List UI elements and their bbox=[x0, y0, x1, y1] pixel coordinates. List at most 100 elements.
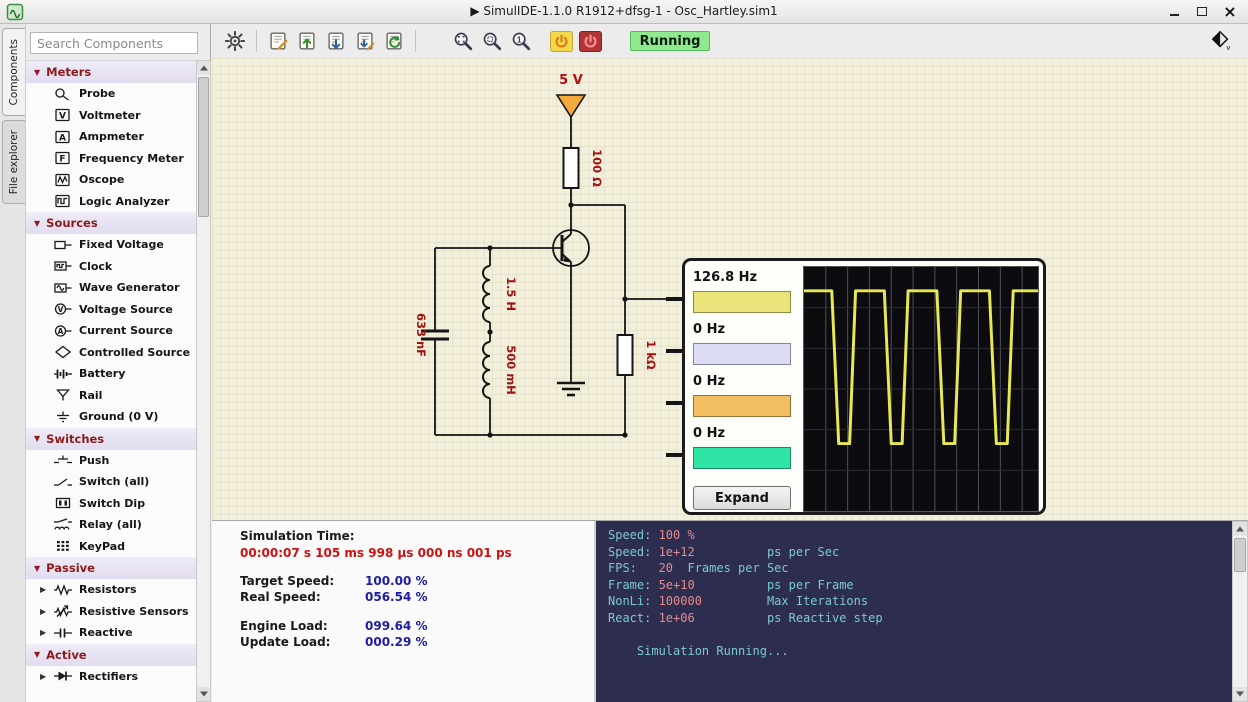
console-scrollbar[interactable] bbox=[1232, 521, 1248, 702]
component-item-rectifiers[interactable]: ▶Rectifiers bbox=[26, 666, 196, 688]
scrollbar-thumb[interactable] bbox=[1234, 538, 1246, 572]
expand-button[interactable]: Expand bbox=[693, 486, 791, 510]
close-button[interactable]: × bbox=[1222, 4, 1238, 20]
toolbar-separator bbox=[256, 30, 257, 52]
svg-text:v: v bbox=[1227, 43, 1231, 51]
zoom-fit-button[interactable] bbox=[450, 28, 476, 54]
category-active[interactable]: ▼Active bbox=[26, 644, 196, 666]
category-passive[interactable]: ▼Passive bbox=[26, 557, 196, 579]
circuit-canvas[interactable]: 5 V 100 Ω 633 nF 1.5 H 5 bbox=[212, 58, 1248, 520]
component-item-ground-0-v[interactable]: Ground (0 V) bbox=[26, 406, 196, 428]
scroll-down-icon[interactable] bbox=[197, 687, 210, 701]
oscilloscope-screen bbox=[803, 266, 1039, 512]
inductor-l2[interactable]: 500 mH bbox=[483, 342, 518, 398]
category-meters[interactable]: ▼Meters bbox=[26, 61, 196, 83]
save-circuit-button[interactable] bbox=[323, 28, 349, 54]
component-item-battery[interactable]: Battery bbox=[26, 363, 196, 385]
load-rows: Engine Load:099.64 %Update Load:000.29 % bbox=[240, 618, 594, 650]
resistor-r1[interactable]: 100 Ω bbox=[564, 148, 605, 188]
console-line bbox=[608, 626, 1220, 643]
zoom-fit-icon bbox=[452, 30, 474, 52]
diamond-icon: v bbox=[1210, 29, 1232, 54]
resistor-icon bbox=[52, 583, 74, 597]
search-components-input[interactable] bbox=[30, 32, 198, 54]
clock-icon bbox=[52, 259, 74, 273]
inductor-l1[interactable]: 1.5 H bbox=[483, 266, 518, 322]
zoom-area-icon bbox=[481, 30, 503, 52]
component-item-resistors[interactable]: ▶Resistors bbox=[26, 579, 196, 601]
toolbar-separator bbox=[415, 30, 416, 52]
open-circuit-button[interactable] bbox=[294, 28, 320, 54]
restore-button[interactable] bbox=[1194, 4, 1210, 20]
minimize-button[interactable] bbox=[1166, 4, 1182, 20]
push-icon bbox=[52, 453, 74, 467]
component-item-logic-analyzer[interactable]: Logic Analyzer bbox=[26, 191, 196, 213]
category-sources[interactable]: ▼Sources bbox=[26, 212, 196, 234]
ground-symbol[interactable] bbox=[557, 383, 585, 395]
logic-analyzer-icon bbox=[52, 194, 74, 208]
meter-input-pins[interactable] bbox=[666, 299, 682, 455]
power-on-icon bbox=[554, 34, 569, 49]
component-item-switch-dip[interactable]: Switch Dip bbox=[26, 493, 196, 515]
resistor-r2[interactable]: 1 kΩ bbox=[618, 335, 659, 375]
diamond-button[interactable]: v bbox=[1208, 28, 1234, 54]
l2-value-label: 500 mH bbox=[504, 345, 518, 395]
side-tab-strip: Components File explorer bbox=[0, 24, 26, 702]
component-item-resistive-sensors[interactable]: ▶Resistive Sensors bbox=[26, 601, 196, 623]
component-item-oscope[interactable]: Oscope bbox=[26, 169, 196, 191]
fixed-voltage-icon bbox=[52, 238, 74, 252]
power-off-button[interactable] bbox=[579, 31, 602, 52]
category-switches[interactable]: ▼Switches bbox=[26, 428, 196, 450]
close-icon: × bbox=[1223, 4, 1236, 20]
rail-voltage-label: 5 V bbox=[559, 73, 583, 88]
circuit-wires[interactable] bbox=[435, 117, 682, 435]
component-item-fixed-voltage[interactable]: Fixed Voltage bbox=[26, 234, 196, 256]
component-item-wave-generator[interactable]: Wave Generator bbox=[26, 277, 196, 299]
capacitor-c1[interactable]: 633 nF bbox=[414, 313, 449, 357]
scroll-up-icon[interactable] bbox=[197, 61, 210, 75]
component-item-clock[interactable]: Clock bbox=[26, 256, 196, 278]
component-item-frequency-meter[interactable]: FFrequency Meter bbox=[26, 148, 196, 170]
save-as-circuit-icon bbox=[354, 30, 376, 52]
tab-components[interactable]: Components bbox=[2, 28, 25, 116]
component-item-current-source[interactable]: ACurrent Source bbox=[26, 320, 196, 342]
collapse-arrow-icon: ▼ bbox=[34, 219, 40, 228]
component-item-ampmeter[interactable]: AAmpmeter bbox=[26, 126, 196, 148]
zoom-one-button[interactable]: 1 bbox=[508, 28, 534, 54]
component-item-reactive[interactable]: ▶Reactive bbox=[26, 622, 196, 644]
sidebar-scrollbar[interactable] bbox=[196, 60, 211, 702]
stat-row-engine-load: Engine Load:099.64 % bbox=[240, 618, 594, 634]
freq-reading-3: 0 Hz bbox=[693, 371, 793, 395]
console-line: Simulation Running... bbox=[608, 643, 1220, 660]
power-on-button[interactable] bbox=[550, 31, 573, 52]
frequency-meter-panel[interactable]: 126.8 Hz0 Hz0 Hz0 Hz Expand bbox=[682, 258, 1046, 515]
scrollbar-thumb[interactable] bbox=[198, 77, 209, 217]
save-as-circuit-button[interactable] bbox=[352, 28, 378, 54]
tab-file-explorer[interactable]: File explorer bbox=[2, 120, 25, 204]
wave-generator-icon bbox=[52, 281, 74, 295]
freq-reading-4: 0 Hz bbox=[693, 423, 793, 447]
scroll-up-icon[interactable] bbox=[1233, 522, 1247, 536]
new-circuit-button[interactable] bbox=[265, 28, 291, 54]
collapse-arrow-icon: ▼ bbox=[34, 434, 40, 443]
reload-circuit-button[interactable] bbox=[381, 28, 407, 54]
r2-value-label: 1 kΩ bbox=[644, 340, 658, 370]
component-item-voltmeter[interactable]: VVoltmeter bbox=[26, 105, 196, 127]
gear-button[interactable] bbox=[222, 28, 248, 54]
component-item-relay-all[interactable]: Relay (all) bbox=[26, 514, 196, 536]
save-circuit-icon bbox=[325, 30, 347, 52]
power-off-icon bbox=[583, 34, 598, 49]
component-item-switch-all[interactable]: Switch (all) bbox=[26, 471, 196, 493]
component-item-push[interactable]: Push bbox=[26, 450, 196, 472]
voltage-rail[interactable]: 5 V bbox=[557, 73, 585, 117]
zoom-one-icon: 1 bbox=[510, 30, 532, 52]
component-item-keypad[interactable]: KeyPad bbox=[26, 536, 196, 558]
wire-junction-dots bbox=[487, 202, 627, 437]
component-item-controlled-source[interactable]: Controlled Source bbox=[26, 342, 196, 364]
component-item-probe[interactable]: Probe bbox=[26, 83, 196, 105]
zoom-area-button[interactable] bbox=[479, 28, 505, 54]
scroll-down-icon[interactable] bbox=[1233, 687, 1247, 701]
component-item-voltage-source[interactable]: VVoltage Source bbox=[26, 299, 196, 321]
svg-text:V: V bbox=[59, 112, 66, 122]
component-item-rail[interactable]: Rail bbox=[26, 385, 196, 407]
